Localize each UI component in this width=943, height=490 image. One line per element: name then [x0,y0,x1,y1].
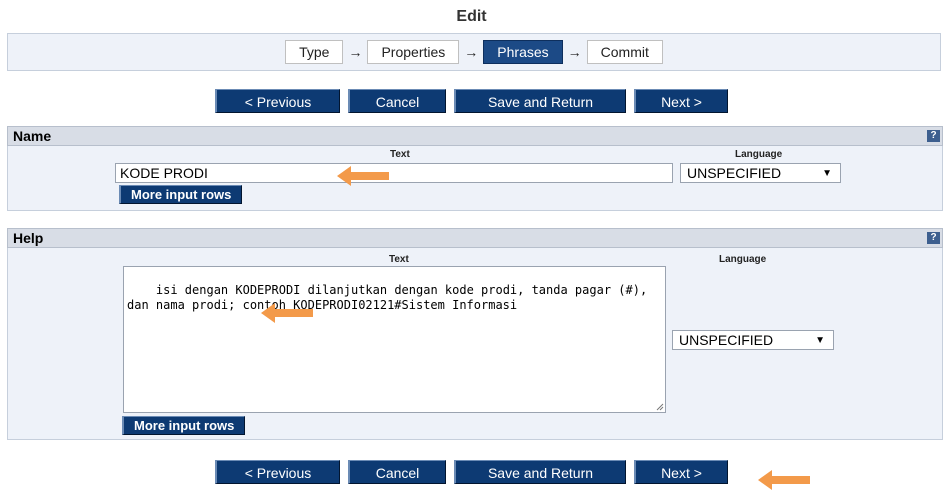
help-text-column-header: Text [389,254,409,265]
name-section-title: Name [13,128,52,144]
help-section-body: Text Language isi dengan KODEPRODI dilan… [7,248,943,440]
right-arrow-icon: → [567,44,582,60]
help-text-value: isi dengan KODEPRODI dilanjutkan dengan … [127,283,655,312]
previous-button[interactable]: < Previous [215,89,340,113]
help-language-value: UNSPECIFIED [679,332,774,348]
page-title: Edit [456,8,487,25]
cancel-button[interactable]: Cancel [348,89,446,113]
name-text-input[interactable]: KODE PRODI [115,163,673,183]
help-icon[interactable]: ? [927,130,940,142]
chevron-down-icon: ▼ [815,335,825,346]
help-section-header: Help ? [7,228,943,248]
help-language-column-header: Language [719,254,767,265]
stage-commit[interactable]: Commit [586,40,663,64]
name-language-column-header: Language [735,149,783,160]
orange-arrow-annotation [337,166,389,186]
right-arrow-icon: → [464,44,479,60]
help-text-area[interactable]: isi dengan KODEPRODI dilanjutkan dengan … [123,266,666,413]
right-arrow-icon: → [348,44,363,60]
help-icon[interactable]: ? [927,232,940,244]
name-more-input-rows-button[interactable]: More input rows [119,185,243,204]
wizard-stages-bar: Type → Properties → Phrases → Commit [7,33,941,71]
previous-button[interactable]: < Previous [215,460,340,484]
next-button[interactable]: Next > [634,89,728,113]
save-and-return-button[interactable]: Save and Return [454,460,626,484]
orange-arrow-annotation [758,470,810,490]
orange-arrow-annotation [261,303,313,323]
name-language-value: UNSPECIFIED [687,165,782,181]
stage-properties[interactable]: Properties [367,40,460,64]
name-text-column-header: Text [390,149,410,160]
help-more-input-rows-button[interactable]: More input rows [122,416,246,435]
name-section-body: Text Language KODE PRODI UNSPECIFIED ▼ M… [7,146,943,211]
save-and-return-button[interactable]: Save and Return [454,89,626,113]
top-nav-buttons: < Previous Cancel Save and Return Next > [0,89,943,113]
help-language-select[interactable]: UNSPECIFIED ▼ [672,330,834,350]
name-section-header: Name ? [7,126,943,146]
next-button[interactable]: Next > [634,460,728,484]
help-section-title: Help [13,230,44,246]
name-language-select[interactable]: UNSPECIFIED ▼ [680,163,841,183]
stage-phrases[interactable]: Phrases [483,40,563,64]
resize-grip-icon[interactable] [656,403,664,411]
stage-type[interactable]: Type [285,40,344,64]
chevron-down-icon: ▼ [822,168,832,179]
cancel-button[interactable]: Cancel [348,460,446,484]
